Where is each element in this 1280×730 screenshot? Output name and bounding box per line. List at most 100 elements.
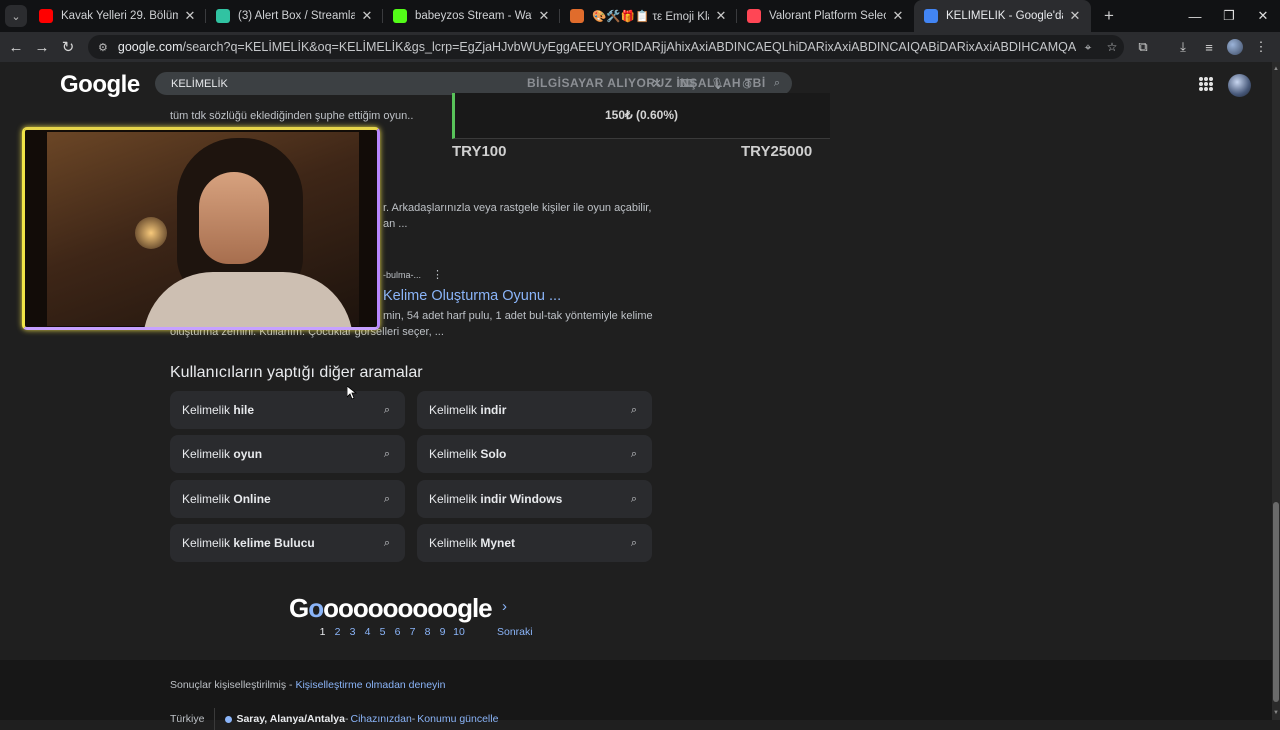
related-search-chip[interactable]: Kelimelik indir Windows ⌕ [417, 480, 652, 518]
location-text: Saray, Alanya/Antalya [236, 713, 345, 725]
price-range-slider[interactable]: 150₺ (0.60%) [452, 93, 830, 139]
try-without-personalization-link[interactable]: Kişiselleştirme olmadan deneyin [295, 679, 445, 691]
tab-close-icon[interactable]: ✕ [536, 8, 552, 24]
page-number-link[interactable]: 7 [405, 626, 420, 638]
page-number-link[interactable]: 2 [330, 626, 345, 638]
browser-tabstrip: ⌄ Kavak Yelleri 29. Bölüm - FULL BÖLÜM✕(… [0, 0, 1280, 32]
chrome-menu-icon[interactable]: ⋮ [1248, 39, 1274, 55]
restore-icon[interactable]: ❐ [1212, 0, 1246, 32]
browser-tab[interactable]: babeyzos Stream - Watch Live on Kick ✕ [383, 0, 560, 32]
related-search-chip[interactable]: Kelimelik Mynet ⌕ [417, 524, 652, 562]
media-controls-icon[interactable]: ≡ [1196, 40, 1222, 55]
dash-separator-2: - [345, 713, 349, 725]
browser-tab[interactable]: KELİMELİK - Google'da Ara ✕ [914, 0, 1091, 32]
page-number-link[interactable]: 9 [435, 626, 450, 638]
search-icon[interactable]: ⌕ [762, 77, 792, 90]
related-prefix: Kelimelik [429, 492, 481, 506]
dash-separator-3: - [411, 713, 416, 725]
webcam-scene [47, 132, 359, 327]
from-device-link[interactable]: Cihazınızdan [351, 713, 412, 725]
tab-close-icon[interactable]: ✕ [713, 8, 729, 24]
google-logo[interactable]: Google [60, 71, 140, 99]
related-search-label: Kelimelik kelime Bulucu [182, 536, 369, 550]
next-chevron-icon[interactable]: › [502, 598, 507, 615]
related-search-chip[interactable]: Kelimelik hile ⌕ [170, 391, 405, 429]
browser-toolbar: ← → ↻ ⚙ google.com/search?q=KELİMELİK&oq… [0, 32, 1280, 62]
result-snippet-2: r. Arkadaşlarınızla veya rastgele kişile… [383, 202, 652, 214]
url-text[interactable]: google.com/search?q=KELİMELİK&oq=KELİMEL… [118, 40, 1076, 54]
related-search-chip[interactable]: Kelimelik oyun ⌕ [170, 435, 405, 473]
forward-arrow-icon[interactable]: → [29, 39, 55, 56]
tab-title: babeyzos Stream - Watch Live on Kick [415, 10, 532, 22]
related-search-label: Kelimelik Mynet [429, 536, 616, 550]
browser-tab[interactable]: (3) Alert Box / Streamlabs ✕ [206, 0, 383, 32]
window-controls: — ❐ ✕ [1178, 0, 1280, 32]
page-scrollbar[interactable]: ▲ ▼ [1272, 62, 1280, 720]
site-info-icon[interactable]: ⚙ [98, 41, 108, 54]
page-number-link[interactable]: 10 [450, 626, 468, 638]
minimize-icon[interactable]: — [1178, 0, 1212, 32]
related-prefix: Kelimelik [182, 536, 234, 550]
valorant-icon [747, 9, 761, 23]
account-avatar[interactable] [1228, 74, 1251, 97]
tab-close-icon[interactable]: ✕ [1067, 8, 1083, 24]
streamer-body [143, 272, 353, 327]
related-search-label: Kelimelik indir [429, 403, 616, 417]
profile-icon[interactable] [1227, 39, 1243, 55]
tab-title: KELİMELİK - Google'da Ara [946, 10, 1063, 22]
related-prefix: Kelimelik [429, 403, 481, 417]
back-arrow-icon[interactable]: ← [3, 39, 29, 56]
tab-close-icon[interactable]: ✕ [359, 8, 375, 24]
footer-divider [214, 708, 216, 730]
result-link-title[interactable]: Kelime Oluşturma Oyunu ... [383, 288, 561, 304]
reload-icon[interactable]: ↻ [55, 38, 81, 56]
search-icon: ⌕ [383, 447, 391, 460]
page-numbers: 1 2 3 4 5 6 7 8 9 10 [315, 626, 468, 638]
price-percent: 150₺ (0.60%) [605, 108, 679, 122]
related-search-chip[interactable]: Kelimelik Solo ⌕ [417, 435, 652, 473]
webcam-overlay [22, 127, 380, 330]
address-bar[interactable]: ⚙ google.com/search?q=KELİMELİK&oq=KELİM… [88, 35, 1124, 59]
page-footer: Sonuçlar kişiselleştirilmiş - Kişiselleş… [0, 660, 1272, 730]
new-tab-button[interactable]: + [1095, 6, 1123, 26]
scroll-down-icon[interactable]: ▼ [1273, 710, 1279, 716]
next-page-link[interactable]: Sonraki [497, 626, 533, 638]
extensions-icon[interactable]: ⧉ [1130, 39, 1156, 55]
downloads-icon[interactable]: ⤓ [1170, 39, 1196, 55]
related-search-label: Kelimelik oyun [182, 447, 369, 461]
google-apps-icon[interactable] [1199, 77, 1213, 91]
location-row: Türkiye Saray, Alanya/Antalya - Cihazını… [170, 708, 498, 730]
page-number-link[interactable]: 3 [345, 626, 360, 638]
browser-tab[interactable]: Valorant Platform Selection ✕ [737, 0, 914, 32]
location-pin-icon[interactable]: ⌖ [1076, 40, 1100, 55]
related-search-label: Kelimelik hile [182, 403, 369, 417]
related-search-chip[interactable]: Kelimelik Online ⌕ [170, 480, 405, 518]
streamer-face [199, 172, 269, 264]
lamp-glow [135, 217, 167, 249]
related-search-chip[interactable]: Kelimelik indir ⌕ [417, 391, 652, 429]
result-breadcrumb[interactable]: -bulma-... [383, 270, 421, 280]
bookmark-star-icon[interactable]: ☆ [1100, 40, 1124, 54]
page-number-link[interactable]: 8 [420, 626, 435, 638]
tab-search-chevron-icon[interactable]: ⌄ [5, 5, 27, 27]
tab-close-icon[interactable]: ✕ [182, 8, 198, 24]
page-number-link[interactable]: 6 [390, 626, 405, 638]
search-icon: ⌕ [630, 492, 638, 505]
scroll-up-icon[interactable]: ▲ [1273, 66, 1279, 72]
related-search-chip[interactable]: Kelimelik kelime Bulucu ⌕ [170, 524, 405, 562]
browser-tab[interactable]: 🎨🛠️🎁📋 τε Emoji Klavye: Tüm Emojiler ✕ [560, 0, 737, 32]
search-icon: ⌕ [383, 536, 391, 549]
close-window-icon[interactable]: ✕ [1246, 0, 1280, 32]
scrollbar-thumb[interactable] [1273, 502, 1279, 702]
location-dot-icon [225, 715, 233, 723]
search-icon: ⌕ [630, 447, 638, 460]
tab-close-icon[interactable]: ✕ [890, 8, 906, 24]
page-number-link[interactable]: 4 [360, 626, 375, 638]
browser-tab[interactable]: Kavak Yelleri 29. Bölüm - FULL BÖLÜM ✕ [29, 0, 206, 32]
related-prefix: Kelimelik [182, 447, 234, 461]
pagination-logo: Goooooooooogle [289, 593, 493, 623]
update-location-link[interactable]: Konumu güncelle [417, 713, 498, 725]
page-number-link[interactable]: 5 [375, 626, 390, 638]
page-number-link[interactable]: 1 [315, 626, 330, 638]
more-options-icon[interactable]: ⋮ [432, 268, 443, 281]
